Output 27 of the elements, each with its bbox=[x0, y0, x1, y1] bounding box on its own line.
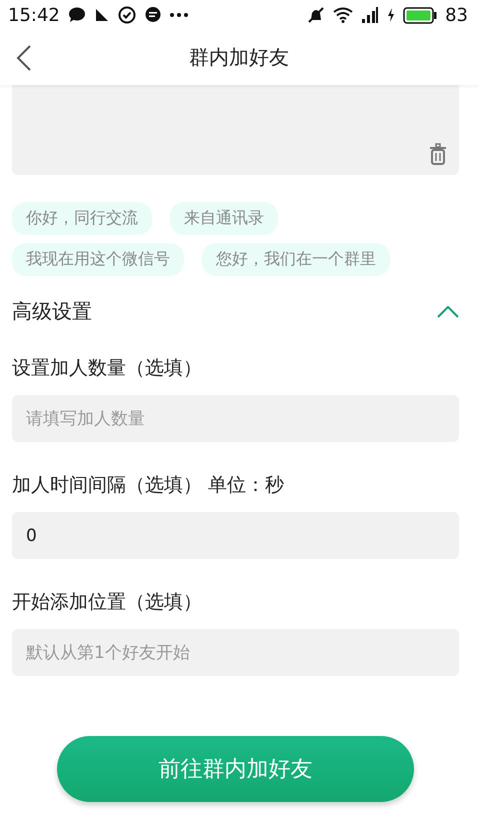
greeting-tag[interactable]: 我现在用这个微信号 bbox=[12, 243, 184, 276]
message-input[interactable] bbox=[12, 85, 459, 175]
greeting-tag[interactable]: 您好，我们在一个群里 bbox=[202, 243, 390, 276]
advanced-settings-title: 高级设置 bbox=[12, 298, 92, 325]
chat-bubble-icon bbox=[68, 7, 86, 23]
wifi-icon bbox=[333, 7, 354, 23]
greeting-tag[interactable]: 来自通讯录 bbox=[170, 202, 278, 235]
submit-button[interactable]: 前往群内加好友 bbox=[57, 736, 414, 802]
check-circle-icon bbox=[118, 6, 136, 24]
signal-icon bbox=[361, 6, 380, 24]
input-field[interactable]: 0 bbox=[12, 512, 459, 559]
status-time: 15:42 bbox=[8, 4, 60, 26]
input-field[interactable]: 默认从第1个好友开始 bbox=[12, 629, 459, 676]
chevron-up-icon[interactable] bbox=[437, 306, 459, 318]
muted-bell-icon bbox=[307, 6, 326, 24]
message-icon bbox=[144, 6, 162, 24]
trash-icon[interactable] bbox=[429, 143, 447, 165]
more-icon bbox=[170, 13, 188, 17]
charging-icon bbox=[387, 8, 396, 22]
greeting-tag[interactable]: 你好，同行交流 bbox=[12, 202, 152, 235]
page-title: 群内加好友 bbox=[189, 44, 289, 71]
field-label: 开始添加位置（选填） bbox=[12, 590, 203, 615]
field-label: 设置加人数量（选填） bbox=[12, 356, 203, 381]
battery-percent: 83 bbox=[445, 4, 468, 26]
input-field[interactable]: 请填写加人数量 bbox=[12, 395, 459, 442]
field-label: 加人时间间隔（选填） 单位：秒 bbox=[12, 473, 286, 498]
battery-icon bbox=[403, 6, 438, 24]
